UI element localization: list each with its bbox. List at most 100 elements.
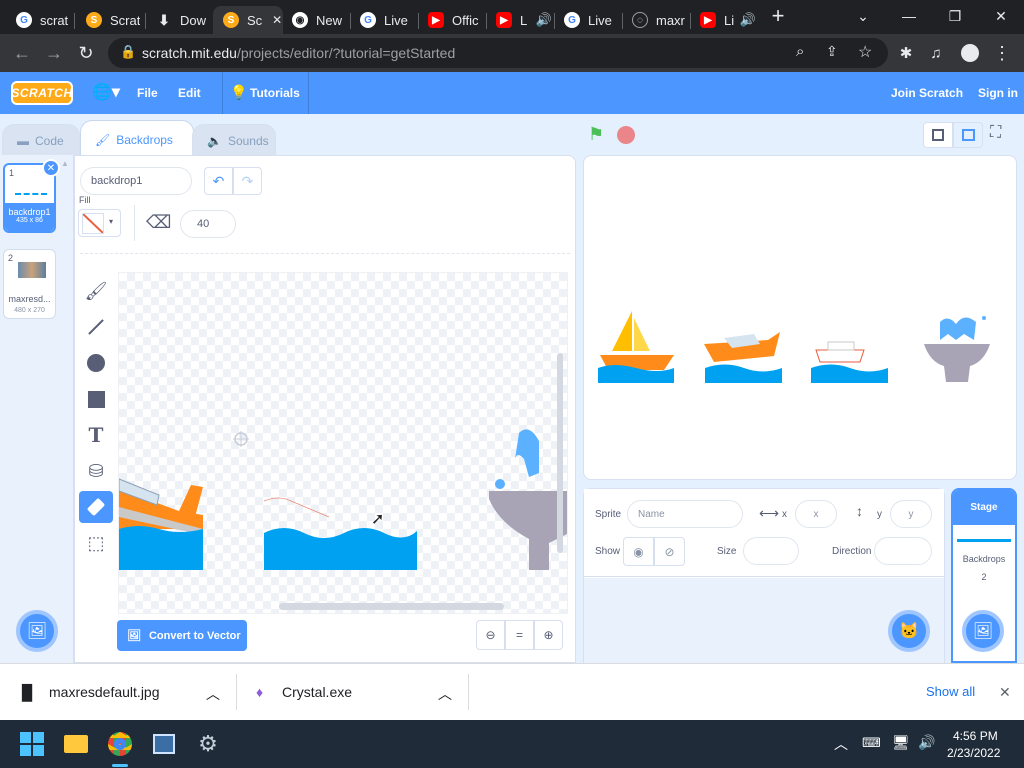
sprite-name-input[interactable]: Name	[627, 500, 743, 528]
close-downloads-icon[interactable]: ✕	[999, 684, 1011, 701]
hide-sprite-button[interactable]: ⊘	[654, 537, 685, 566]
join-scratch-link[interactable]: Join Scratch	[891, 86, 963, 100]
stage-selector[interactable]: Stage Backdrops 2 🖼	[951, 488, 1017, 663]
choose-sprite-button[interactable]: 🐱	[888, 610, 930, 652]
small-stage-button[interactable]	[923, 122, 953, 148]
redo-icon: ↷	[241, 172, 254, 189]
tutorials-menu[interactable]: Tutorials	[250, 86, 300, 100]
browser-tab[interactable]: ▶ Offic	[418, 6, 484, 34]
browser-tab[interactable]: ◌ maxr	[622, 6, 688, 34]
settings-gear-icon[interactable]: ⚙	[192, 728, 224, 760]
scroll-up-icon[interactable]: ▲	[61, 159, 69, 168]
size-input[interactable]	[743, 537, 799, 565]
share-icon[interactable]: ⇪	[826, 43, 838, 60]
close-icon[interactable]: ✕	[272, 13, 282, 27]
new-tab-button[interactable]: +	[755, 0, 801, 32]
browser-tab[interactable]: ▶ Li 🔊	[486, 6, 552, 34]
scratch-logo[interactable]: SCRATCH	[11, 81, 73, 105]
media-control-icon[interactable]: ♫	[922, 39, 950, 67]
y-input[interactable]: y	[890, 500, 932, 528]
circle-tool[interactable]	[79, 347, 113, 379]
direction-input[interactable]	[874, 537, 932, 565]
tab-sounds[interactable]: 🔈 Sounds	[192, 124, 276, 157]
tab-search-icon[interactable]: ⌄	[840, 0, 886, 32]
fill-color-picker[interactable]: ▾	[78, 209, 121, 237]
chrome-taskbar-icon[interactable]	[104, 728, 136, 760]
zoom-in-button[interactable]: ⊕	[534, 620, 563, 650]
windows-start-icon[interactable]	[16, 728, 48, 760]
volume-icon[interactable]: 🔊	[918, 734, 935, 751]
speaker-icon: 🔈	[207, 134, 222, 148]
chevron-up-icon[interactable]: ︿	[834, 734, 848, 754]
stage-canvas[interactable]	[583, 155, 1017, 480]
extensions-icon[interactable]: ✱	[892, 39, 920, 67]
choose-stage-backdrop-button[interactable]: 🖼	[962, 610, 1004, 652]
tab-code[interactable]: ▬ Code	[2, 124, 80, 157]
brush-tool[interactable]: 🖌	[79, 275, 113, 307]
stage-title: Stage	[953, 490, 1015, 525]
sign-in-link[interactable]: Sign in	[978, 86, 1018, 100]
browser-tab[interactable]: ⬇ Dow	[146, 6, 210, 34]
undo-button[interactable]: ↶	[204, 167, 233, 195]
back-arrow-icon[interactable]: ←	[8, 39, 36, 67]
browser-tab[interactable]: Gscrat	[6, 6, 70, 34]
tab-backdrops[interactable]: 🖌 Backdrops	[80, 120, 194, 158]
keyboard-icon[interactable]: ⌨	[862, 735, 881, 751]
show-sprite-button[interactable]: ◉	[623, 537, 654, 566]
rectangle-tool[interactable]	[79, 383, 113, 415]
select-tool[interactable]: ⬚	[79, 527, 113, 559]
choose-backdrop-button[interactable]: 🖼	[16, 610, 58, 652]
forward-arrow-icon[interactable]: →	[40, 39, 68, 67]
download-item-name[interactable]: maxresdefault.jpg	[49, 684, 160, 700]
chevron-up-icon[interactable]: ︿	[206, 684, 220, 704]
eraser-tool[interactable]	[79, 491, 113, 523]
stop-icon[interactable]	[617, 126, 635, 144]
file-menu[interactable]: File	[137, 86, 158, 100]
clock-time[interactable]: 4:56 PM	[953, 729, 998, 743]
text-tool[interactable]: T	[79, 419, 113, 451]
x-input[interactable]: x	[795, 500, 837, 528]
profile-icon[interactable]	[956, 39, 984, 67]
file-explorer-icon[interactable]	[60, 728, 92, 760]
browser-tab[interactable]: ◉ New	[282, 6, 348, 34]
fullscreen-icon[interactable]: ⛶	[990, 124, 1001, 142]
zoom-out-button[interactable]: ⊖	[476, 620, 505, 650]
language-globe-icon[interactable]: 🌐▾	[92, 82, 120, 102]
costume-name-value: backdrop1	[91, 175, 143, 187]
app-taskbar-icon[interactable]	[148, 728, 180, 760]
convert-to-vector-button[interactable]: 🖼 Convert to Vector	[117, 620, 247, 651]
reload-icon[interactable]: ↻	[72, 39, 100, 67]
fill-tool[interactable]: ⛁	[79, 455, 113, 487]
redo-button[interactable]: ↷	[233, 167, 262, 195]
normal-stage-button[interactable]	[953, 122, 983, 148]
menu-dots-icon[interactable]: ⋮	[988, 39, 1016, 67]
zoom-icon[interactable]: ⌕	[796, 43, 804, 60]
delete-icon[interactable]: ✕	[42, 159, 60, 177]
edit-menu[interactable]: Edit	[178, 86, 201, 100]
bookmark-star-icon[interactable]: ☆	[858, 42, 872, 62]
download-item-name[interactable]: Crystal.exe	[282, 684, 352, 700]
close-window-button[interactable]: ✕	[978, 0, 1024, 32]
browser-tab[interactable]: G Live	[350, 6, 416, 34]
minimize-button[interactable]: —	[886, 0, 932, 32]
backdrop-item-1[interactable]: 1 backdrop1 435 x 86 ✕	[3, 159, 60, 233]
restore-button[interactable]: ❐	[932, 0, 978, 32]
eraser-size-input[interactable]: 40	[180, 210, 236, 238]
zoom-reset-button[interactable]: =	[505, 620, 534, 650]
canvas-drawing	[119, 353, 567, 610]
clock-date[interactable]: 2/23/2022	[947, 746, 1000, 760]
browser-tab[interactable]: S Scrat	[76, 6, 142, 34]
show-all-link[interactable]: Show all	[926, 684, 975, 699]
paint-canvas[interactable]: ➚	[118, 272, 568, 614]
browser-tab-active[interactable]: S Sc ✕	[213, 6, 283, 34]
green-flag-icon[interactable]: ⚑	[588, 124, 604, 145]
costume-name-input[interactable]: backdrop1	[80, 167, 192, 195]
browser-tab[interactable]: ▶ Li 🔊	[690, 6, 756, 34]
crystal-file-icon: ♦	[256, 684, 264, 700]
network-icon[interactable]: 🖥	[892, 734, 910, 751]
backdrop-item-2[interactable]: 2 maxresd... 480 x 270	[3, 249, 56, 319]
line-tool[interactable]	[79, 311, 113, 343]
url-bar[interactable]: 🔒 scratch.mit.edu/projects/editor/?tutor…	[108, 38, 888, 68]
browser-tab[interactable]: G Live	[554, 6, 620, 34]
chevron-up-icon[interactable]: ︿	[438, 684, 452, 704]
